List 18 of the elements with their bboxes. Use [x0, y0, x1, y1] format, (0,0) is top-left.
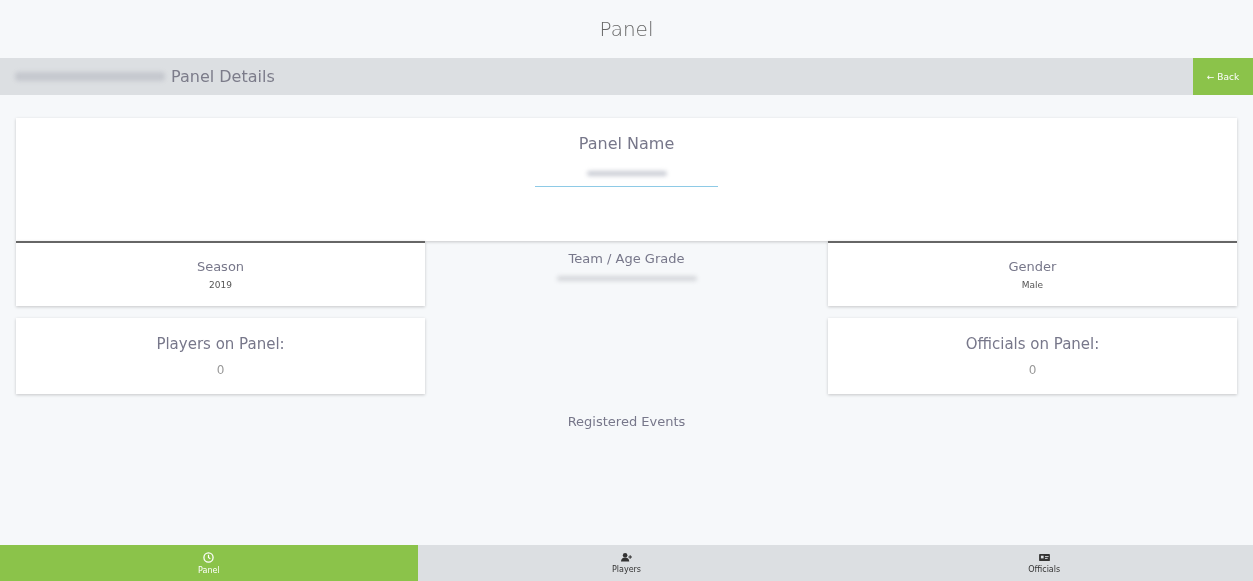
detail-value: 2019: [209, 280, 232, 290]
count-value: 0: [1028, 363, 1037, 377]
panel-name-label: Panel Name: [578, 134, 675, 153]
detail-label: Gender: [1008, 259, 1057, 274]
user-add-icon: [621, 552, 632, 562]
count-label: Players on Panel:: [156, 335, 285, 353]
tab[interactable]: Officials: [835, 545, 1253, 581]
events-heading: Registered Events: [566, 414, 687, 429]
count-label: Officials on Panel:: [965, 335, 1100, 353]
detail-label: Season: [196, 259, 245, 274]
detail-value: Male: [1021, 280, 1044, 290]
clock-icon: [203, 551, 215, 563]
page-title: Panel: [598, 16, 655, 43]
header-title: Panel Details: [171, 67, 275, 86]
detail-label: Team / Age Grade: [568, 251, 685, 266]
id-card-icon: [1038, 552, 1050, 562]
count-value: 0: [216, 363, 225, 377]
tab[interactable]: Players: [417, 545, 836, 581]
